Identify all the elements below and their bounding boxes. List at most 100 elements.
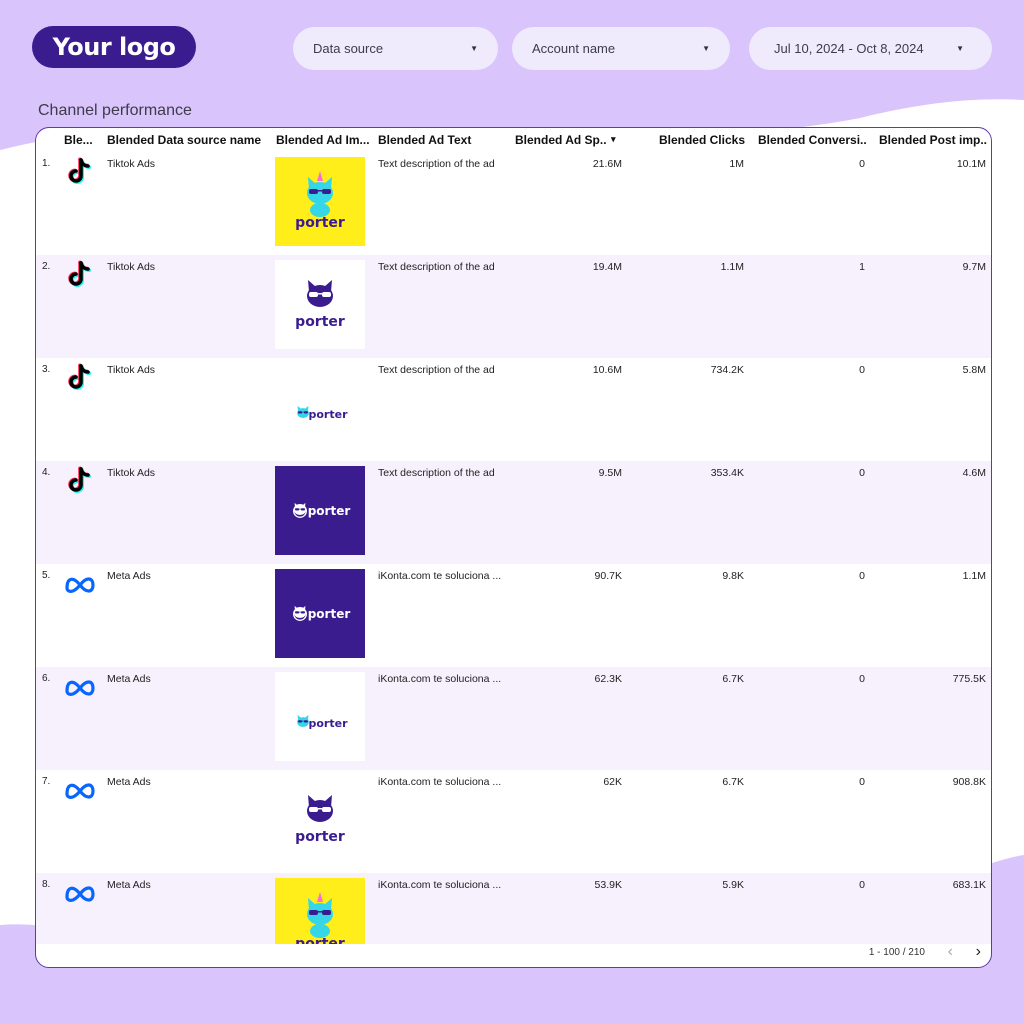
- ad-image[interactable]: porter: [275, 260, 365, 349]
- svg-text:porter: porter: [295, 829, 345, 845]
- conversions-value: 1: [859, 261, 865, 273]
- clicks-value: 9.8K: [722, 570, 744, 582]
- ad-image[interactable]: porter: [275, 775, 365, 864]
- clicks-value: 1.1M: [720, 261, 744, 273]
- table-header: Ble... Blended Data source name Blended …: [36, 128, 991, 152]
- table-footer: 1 - 100 / 210 ‹ ›: [36, 941, 991, 967]
- column-header-ad-spend[interactable]: Blended Ad Sp...: [515, 133, 607, 147]
- column-header-source-name[interactable]: Blended Data source name: [107, 133, 267, 147]
- ad-spend-value: 9.5M: [598, 467, 622, 479]
- ad-image[interactable]: porter: [275, 363, 365, 452]
- data-source-name: Tiktok Ads: [107, 261, 156, 273]
- table-row[interactable]: 1. Tiktok Ads porter Text description of th…: [36, 152, 991, 255]
- svg-text:porter: porter: [308, 504, 351, 518]
- sort-desc-icon[interactable]: ▾: [611, 134, 623, 145]
- clicks-value: 734.2K: [710, 364, 744, 376]
- table-row[interactable]: 8. Meta Ads porter iKonta.com te soluciona …: [36, 873, 991, 944]
- conversions-value: 0: [859, 364, 865, 376]
- clicks-value: 1M: [729, 158, 744, 170]
- ad-spend-value: 90.7K: [594, 570, 622, 582]
- brand-logo[interactable]: Your logo: [32, 26, 196, 68]
- ad-text: iKonta.com te soluciona ...: [378, 673, 502, 685]
- table-row[interactable]: 7. Meta Ads porter iKonta.com te soluciona …: [36, 770, 991, 873]
- table-row[interactable]: 3. Tiktok Ads porter Text description of th…: [36, 358, 991, 461]
- date-range-filter-label: Jul 10, 2024 - Oct 8, 2024: [774, 41, 924, 56]
- previous-page-icon[interactable]: ‹: [948, 943, 953, 961]
- account-name-filter[interactable]: Account name ▼: [512, 27, 730, 70]
- column-header-channel[interactable]: Ble...: [64, 133, 98, 147]
- ad-text: iKonta.com te soluciona ...: [378, 776, 502, 788]
- column-header-clicks[interactable]: Blended Clicks: [636, 133, 745, 147]
- data-source-name: Meta Ads: [107, 879, 151, 891]
- caret-down-icon: ▼: [956, 44, 964, 53]
- post-impressions-value: 683.1K: [952, 879, 986, 891]
- ad-image[interactable]: porter: [275, 569, 365, 658]
- pagination-range: 1 - 100 / 210: [868, 947, 925, 958]
- post-impressions-value: 10.1M: [956, 158, 986, 170]
- post-impressions-value: 908.8K: [952, 776, 986, 788]
- tiktok-icon: [62, 463, 98, 499]
- svg-text:porter: porter: [309, 717, 349, 730]
- column-header-post-impressions[interactable]: Blended Post imp...: [879, 133, 987, 147]
- clicks-value: 6.7K: [722, 673, 744, 685]
- row-index: 8.: [42, 879, 51, 890]
- ad-text: Text description of the ad: [378, 158, 495, 170]
- ad-spend-value: 62.3K: [594, 673, 622, 685]
- meta-icon: [62, 875, 98, 911]
- section-title: Channel performance: [38, 102, 192, 119]
- next-page-icon[interactable]: ›: [976, 943, 981, 961]
- row-index: 2.: [42, 261, 51, 272]
- conversions-value: 0: [859, 776, 865, 788]
- row-index: 5.: [42, 570, 51, 581]
- ad-text: Text description of the ad: [378, 364, 495, 376]
- post-impressions-value: 1.1M: [962, 570, 986, 582]
- conversions-value: 0: [859, 467, 865, 479]
- conversions-value: 0: [859, 673, 865, 685]
- svg-text:porter: porter: [309, 408, 349, 421]
- row-index: 7.: [42, 776, 51, 787]
- ad-spend-value: 19.4M: [592, 261, 622, 273]
- channel-performance-table: Ble... Blended Data source name Blended …: [35, 127, 992, 968]
- data-source-name: Meta Ads: [107, 776, 151, 788]
- row-index: 6.: [42, 673, 51, 684]
- ad-image[interactable]: porter: [275, 878, 365, 944]
- meta-icon: [62, 669, 98, 705]
- ad-image[interactable]: porter: [275, 672, 365, 761]
- column-header-ad-text[interactable]: Blended Ad Text: [378, 133, 506, 147]
- svg-text:porter: porter: [295, 215, 345, 231]
- data-source-name: Tiktok Ads: [107, 158, 156, 170]
- clicks-value: 353.4K: [710, 467, 744, 479]
- ad-spend-value: 53.9K: [594, 879, 622, 891]
- conversions-value: 0: [859, 879, 865, 891]
- caret-down-icon: ▼: [470, 44, 478, 53]
- column-header-conversions[interactable]: Blended Conversi...: [758, 133, 866, 147]
- ad-image[interactable]: porter: [275, 157, 365, 246]
- ad-text: iKonta.com te soluciona ...: [378, 570, 502, 582]
- conversions-value: 0: [859, 570, 865, 582]
- table-row[interactable]: 6. Meta Ads porter iKonta.com te soluciona …: [36, 667, 991, 770]
- post-impressions-value: 9.7M: [962, 261, 986, 273]
- ad-spend-value: 21.6M: [592, 158, 622, 170]
- table-row[interactable]: 2. Tiktok Ads porter Text description of th…: [36, 255, 991, 358]
- post-impressions-value: 4.6M: [962, 467, 986, 479]
- meta-icon: [62, 772, 98, 808]
- account-name-filter-label: Account name: [532, 41, 616, 56]
- tiktok-icon: [62, 360, 98, 396]
- table-row[interactable]: 4. Tiktok Ads porter Text description of th…: [36, 461, 991, 564]
- row-index: 4.: [42, 467, 51, 478]
- data-source-filter[interactable]: Data source ▼: [293, 27, 498, 70]
- meta-icon: [62, 566, 98, 602]
- ad-image[interactable]: porter: [275, 466, 365, 555]
- ad-text: iKonta.com te soluciona ...: [378, 879, 502, 891]
- conversions-value: 0: [859, 158, 865, 170]
- clicks-value: 5.9K: [722, 879, 744, 891]
- table-row[interactable]: 5. Meta Ads porter iKonta.com te soluciona …: [36, 564, 991, 667]
- post-impressions-value: 775.5K: [952, 673, 986, 685]
- column-header-ad-image[interactable]: Blended Ad Im...: [276, 133, 371, 147]
- data-source-name: Meta Ads: [107, 673, 151, 685]
- date-range-filter[interactable]: Jul 10, 2024 - Oct 8, 2024 ▼: [749, 27, 992, 70]
- svg-text:porter: porter: [295, 314, 345, 330]
- tiktok-icon: [62, 154, 98, 190]
- clicks-value: 6.7K: [722, 776, 744, 788]
- data-source-filter-label: Data source: [313, 41, 384, 56]
